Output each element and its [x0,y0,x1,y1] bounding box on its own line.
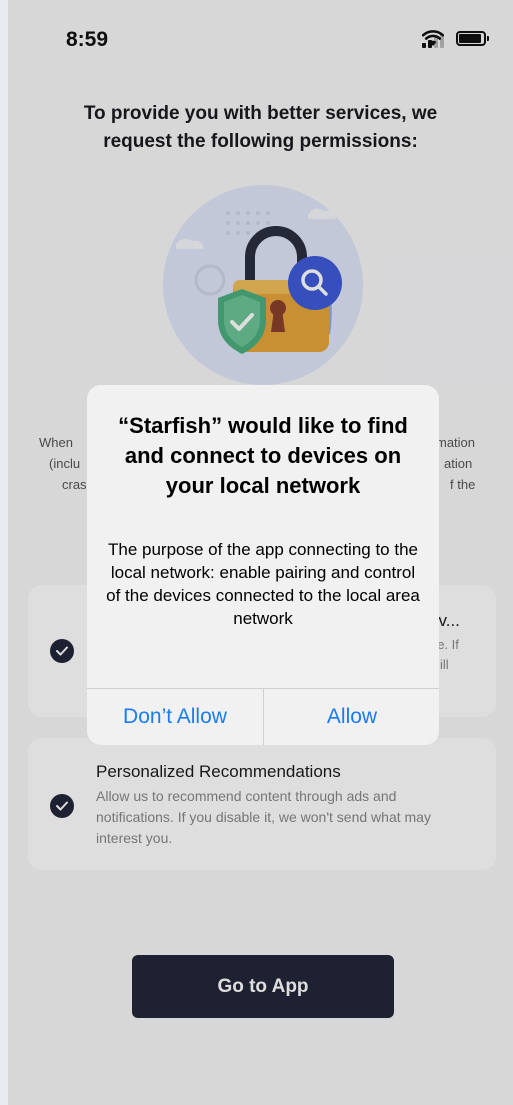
permissions-screen: 8:59 To provide you with better services… [8,0,513,1105]
allow-button[interactable]: Allow [264,689,439,745]
dont-allow-button[interactable]: Don’t Allow [87,689,263,745]
alert-title: “Starfish” would like to find and connec… [118,413,408,498]
alert-message: The purpose of the app connecting to the… [106,540,420,628]
local-network-alert: “Starfish” would like to find and connec… [87,385,439,745]
